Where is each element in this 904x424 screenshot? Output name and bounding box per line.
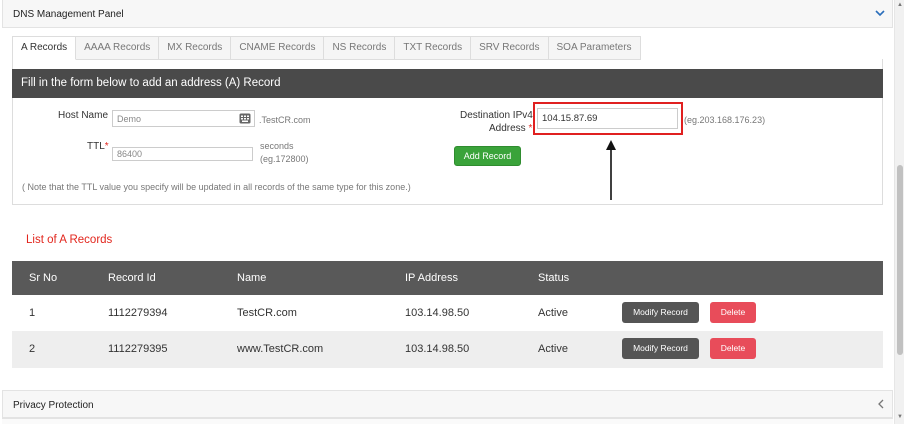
scroll-thumb[interactable] — [897, 165, 903, 355]
tab-ns-records[interactable]: NS Records — [324, 36, 396, 60]
host-name-label: Host Name — [58, 110, 109, 121]
ttl-note: ( Note that the TTL value you specify wi… — [22, 182, 411, 192]
host-suffix: .TestCR.com — [259, 115, 311, 125]
cell-name: TestCR.com — [237, 307, 297, 319]
record-type-tabs: A Records AAAA Records MX Records CNAME … — [12, 36, 641, 60]
chevron-left-icon[interactable] — [876, 398, 886, 410]
cell-sr: 1 — [29, 307, 36, 319]
add-record-button[interactable]: Add Record — [454, 146, 521, 166]
arrow-up-icon — [606, 140, 616, 200]
records-table: Sr No Record Id Name IP Address Status 1… — [12, 261, 883, 368]
ttl-hint: (eg.172800) — [260, 154, 309, 164]
tab-txt-records[interactable]: TXT Records — [395, 36, 472, 60]
cell-record-id: 1112279395 — [108, 343, 168, 355]
page-scrollbar[interactable]: ▲ ▼ — [894, 0, 904, 424]
form-heading-bar: Fill in the form below to add an address… — [12, 69, 883, 98]
col-ip-address: IP Address — [405, 272, 458, 284]
table-header: Sr No Record Id Name IP Address Status — [12, 261, 883, 295]
tab-srv-records[interactable]: SRV Records — [471, 36, 549, 60]
list-title: List of A Records — [26, 234, 113, 246]
scroll-up-icon[interactable]: ▲ — [897, 2, 903, 8]
cell-status: Active — [538, 307, 568, 319]
host-name-input[interactable] — [112, 110, 255, 127]
cell-status: Active — [538, 343, 568, 355]
table-row: 2 1112279395 www.TestCR.com 103.14.98.50… — [12, 331, 883, 368]
ttl-input[interactable] — [112, 147, 253, 161]
col-name: Name — [237, 272, 267, 284]
col-sr-no: Sr No — [29, 272, 58, 284]
dns-panel-header[interactable]: DNS Management Panel — [2, 0, 893, 28]
required-mark: * — [104, 141, 109, 152]
ttl-label: TTL* — [87, 141, 109, 152]
tab-soa-parameters[interactable]: SOA Parameters — [548, 36, 641, 60]
cell-ip: 103.14.98.50 — [405, 343, 470, 355]
tab-a-records[interactable]: A Records — [12, 36, 77, 60]
destination-highlight-box — [533, 102, 683, 135]
destination-label-line2: Address * — [489, 123, 533, 134]
tab-aaaa-records[interactable]: AAAA Records — [76, 36, 160, 60]
privacy-protection-header[interactable]: Privacy Protection — [2, 390, 893, 418]
col-status: Status — [538, 272, 570, 284]
cell-sr: 2 — [29, 343, 36, 355]
delete-button[interactable]: Delete — [710, 302, 756, 323]
cell-ip: 103.14.98.50 — [405, 307, 470, 319]
scroll-down-icon[interactable]: ▼ — [897, 414, 903, 420]
destination-hint: (eg.203.168.176.23) — [684, 115, 766, 125]
table-row: 1 1112279394 TestCR.com 103.14.98.50 Act… — [12, 295, 883, 331]
ttl-unit: seconds — [260, 141, 294, 151]
privacy-title: Privacy Protection — [13, 400, 94, 411]
chevron-down-icon[interactable] — [874, 7, 886, 19]
modify-record-button[interactable]: Modify Record — [622, 338, 699, 359]
col-record-id: Record Id — [108, 272, 156, 284]
tab-cname-records[interactable]: CNAME Records — [231, 36, 325, 60]
cell-record-id: 1112279394 — [108, 307, 168, 319]
modify-record-button[interactable]: Modify Record — [622, 302, 699, 323]
panel-title: DNS Management Panel — [13, 9, 124, 20]
tab-mx-records[interactable]: MX Records — [159, 36, 232, 60]
destination-label-line1: Destination IPv4 — [460, 110, 533, 121]
cell-name: www.TestCR.com — [237, 343, 324, 355]
form-heading: Fill in the form below to add an address… — [21, 77, 281, 89]
keyboard-icon[interactable] — [239, 113, 251, 124]
next-panel-edge — [2, 418, 893, 424]
delete-button[interactable]: Delete — [710, 338, 756, 359]
